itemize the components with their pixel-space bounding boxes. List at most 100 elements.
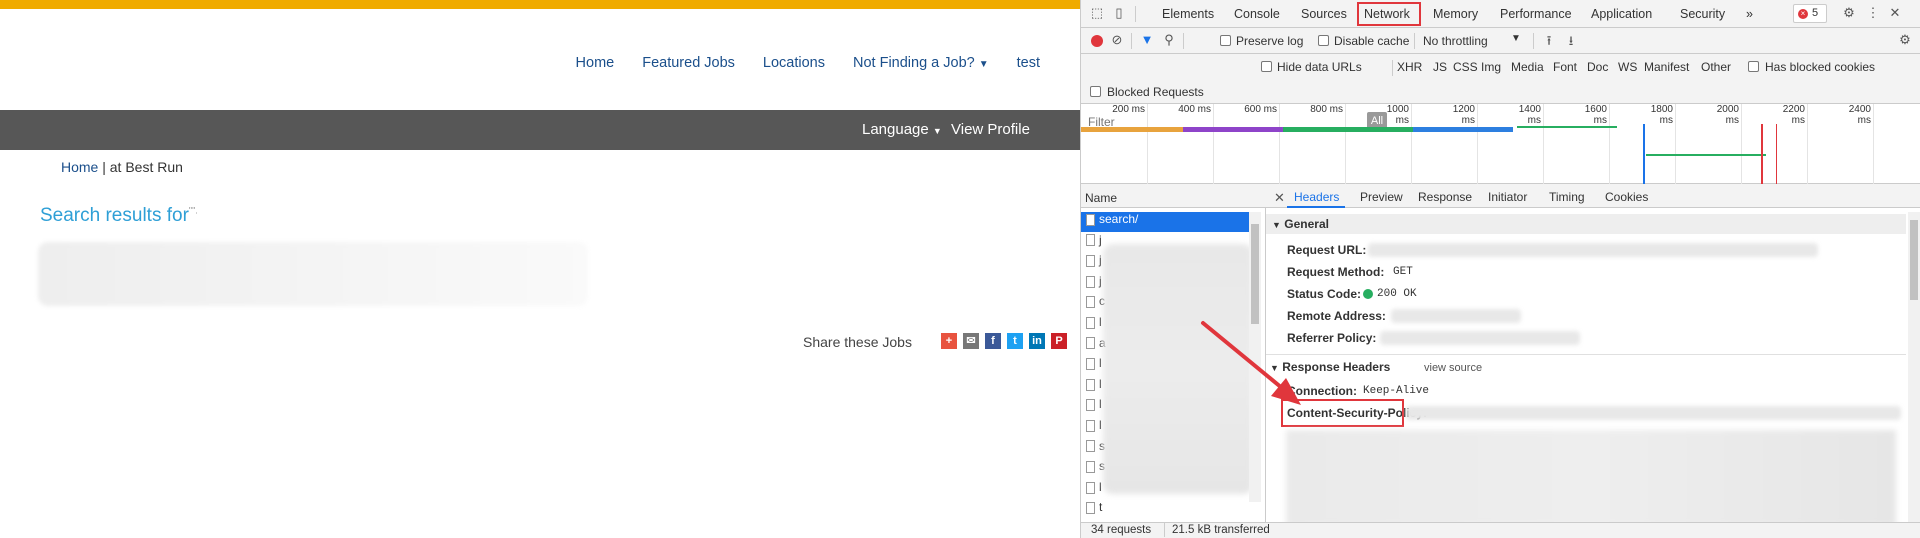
breadcrumb-rest: | at Best Run (98, 159, 183, 175)
timeline-tick-label: 200 ms (1112, 104, 1145, 115)
search-icon[interactable]: ⚲ (1161, 32, 1177, 48)
has-blocked-cookies-checkbox[interactable] (1748, 61, 1759, 72)
tab-elements[interactable]: Elements (1162, 7, 1214, 21)
email-icon[interactable]: ✉ (963, 333, 979, 349)
device-toolbar-icon[interactable]: ▯ (1111, 5, 1127, 21)
filter-type-manifest[interactable]: Manifest (1644, 60, 1689, 74)
timeline-tick-label: 2200 ms (1782, 104, 1805, 126)
close-icon[interactable]: ✕ (1887, 5, 1903, 21)
filter-type-ws[interactable]: WS (1618, 60, 1637, 74)
filter-type-other[interactable]: Other (1701, 60, 1731, 74)
request-name: j (1099, 273, 1102, 288)
search-query: "". (188, 205, 198, 216)
general-title: General (1284, 217, 1329, 231)
details-scroll-thumb[interactable] (1910, 220, 1918, 300)
timeline-tick-label: 1400 ms (1518, 104, 1541, 126)
blocked-requests-checkbox[interactable] (1090, 86, 1101, 97)
file-icon (1086, 234, 1095, 247)
pinterest-icon[interactable]: P (1051, 333, 1067, 349)
record-icon[interactable] (1091, 35, 1103, 47)
file-icon (1086, 502, 1095, 515)
disable-cache-checkbox[interactable] (1318, 35, 1329, 46)
timeline-gridline (1345, 104, 1346, 184)
timeline-bar-script (1183, 127, 1283, 132)
tab-sources[interactable]: Sources (1301, 7, 1347, 21)
filter-type-css[interactable]: CSS (1453, 60, 1478, 74)
close-details-icon[interactable]: ✕ (1274, 190, 1285, 206)
timeline-bar-late-2 (1646, 154, 1766, 156)
request-name: l (1099, 315, 1102, 329)
language-label: Language (862, 121, 929, 138)
timeline-tick-label: 1800 ms (1650, 104, 1673, 126)
facebook-icon[interactable]: f (985, 333, 1001, 349)
timeline-tick-label: 1600 ms (1584, 104, 1607, 126)
file-icon (1086, 461, 1095, 474)
tab-memory[interactable]: Memory (1433, 7, 1478, 21)
tab-cookies[interactable]: Cookies (1605, 190, 1648, 204)
tab-timing[interactable]: Timing (1549, 190, 1585, 204)
import-har-icon[interactable]: ⭱ (1541, 32, 1557, 48)
hide-data-urls-checkbox[interactable] (1261, 61, 1272, 72)
request-row[interactable]: t (1081, 500, 1261, 520)
load-marker (1761, 124, 1763, 184)
filter-type-js[interactable]: JS (1433, 60, 1447, 74)
general-section-header[interactable]: ▼ General (1266, 214, 1906, 234)
website-viewport: Home Featured Jobs Locations Not Finding… (0, 0, 1080, 538)
timeline-gridline (1609, 104, 1610, 184)
twitter-icon[interactable]: t (1007, 333, 1023, 349)
section-divider (1266, 354, 1906, 355)
linkedin-icon[interactable]: in (1029, 333, 1045, 349)
language-menu[interactable]: Language ▼ (862, 121, 942, 138)
tab-security[interactable]: Security (1680, 7, 1725, 21)
filter-type-xhr[interactable]: XHR (1397, 60, 1422, 74)
view-profile-link[interactable]: View Profile (951, 121, 1030, 138)
gear-icon[interactable]: ⚙ (1841, 5, 1857, 21)
network-settings-gear-icon[interactable]: ⚙ (1897, 32, 1913, 48)
response-headers-section-header[interactable]: ▼ Response Headers (1270, 360, 1390, 374)
active-tab-underline (1287, 206, 1345, 208)
caret-down-icon: ▼ (932, 126, 942, 136)
timeline-tick-label: 1200 ms (1452, 104, 1475, 126)
search-results-text: Search results for (40, 205, 189, 226)
tab-response[interactable]: Response (1418, 190, 1472, 204)
request-method-label: Request Method: (1287, 265, 1385, 279)
nav-not-finding-job[interactable]: Not Finding a Job? ▼ (853, 55, 989, 71)
redacted-results (38, 242, 588, 306)
remote-address-label: Remote Address: (1287, 309, 1386, 323)
file-icon (1086, 419, 1095, 432)
filter-icon[interactable]: ▼ (1139, 32, 1155, 48)
request-row[interactable]: search/ (1081, 212, 1261, 232)
preserve-log-checkbox[interactable] (1220, 35, 1231, 46)
response-headers-title: Response Headers (1282, 360, 1391, 374)
tab-preview[interactable]: Preview (1360, 190, 1403, 204)
error-count-badge[interactable]: × 5 (1793, 4, 1827, 23)
timeline-bar-waiting (1283, 127, 1413, 132)
nav-featured-jobs[interactable]: Featured Jobs (642, 55, 735, 71)
file-icon (1086, 337, 1095, 350)
more-tabs-icon[interactable]: » (1746, 7, 1753, 21)
tab-performance[interactable]: Performance (1500, 7, 1572, 21)
filter-type-media[interactable]: Media (1511, 60, 1544, 74)
inspect-element-icon[interactable]: ⬚ (1089, 5, 1105, 21)
tab-headers[interactable]: Headers (1294, 190, 1339, 204)
request-list-scroll-thumb[interactable] (1251, 224, 1259, 324)
tab-application[interactable]: Application (1591, 7, 1652, 21)
addthis-icon[interactable]: + (941, 333, 957, 349)
export-har-icon[interactable]: ⭳ (1563, 32, 1579, 48)
filter-type-img[interactable]: Img (1481, 60, 1501, 74)
nav-not-finding-job-label: Not Finding a Job? (853, 55, 975, 71)
kebab-menu-icon[interactable]: ⋮ (1865, 5, 1881, 21)
clear-icon[interactable]: ⊘ (1109, 32, 1125, 48)
nav-test[interactable]: test (1017, 55, 1040, 71)
tab-initiator[interactable]: Initiator (1488, 190, 1527, 204)
filter-type-font[interactable]: Font (1553, 60, 1577, 74)
network-toolbar: ⊘ ▼ ⚲ Preserve log Disable cache No thro… (1081, 28, 1920, 54)
view-source-link[interactable]: view source (1424, 362, 1482, 374)
breadcrumb-home[interactable]: Home (61, 159, 98, 175)
tab-console[interactable]: Console (1234, 7, 1280, 21)
name-column-header[interactable]: Name (1081, 184, 1266, 208)
filter-type-doc[interactable]: Doc (1587, 60, 1608, 74)
status-code-value: 200 OK (1377, 288, 1417, 300)
nav-home[interactable]: Home (576, 55, 615, 71)
nav-locations[interactable]: Locations (763, 55, 825, 71)
